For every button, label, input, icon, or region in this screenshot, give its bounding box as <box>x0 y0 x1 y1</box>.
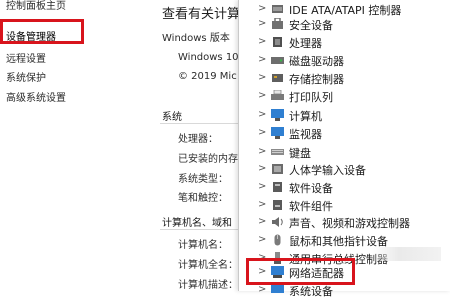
system-info-page: 查看有关计算 Windows 版本 Windows 10 © 2019 Mic … <box>150 0 240 291</box>
chevron-right-icon[interactable]: > <box>258 90 266 101</box>
copyright-text: © 2019 Mic <box>178 71 237 82</box>
tree-item-sound[interactable]: > 声音、视频和游戏控制器 <box>239 213 450 233</box>
chevron-right-icon[interactable]: > <box>258 3 266 14</box>
tree-item-disk[interactable]: > 磁盘驱动器 <box>239 51 450 71</box>
chevron-right-icon[interactable]: > <box>258 284 266 295</box>
processor-label: 处理器： <box>178 134 218 145</box>
tree-item-processor[interactable]: > 处理器 <box>239 33 450 53</box>
tree-item-print-queue[interactable]: > 打印队列 <box>239 87 450 107</box>
chevron-right-icon[interactable]: > <box>258 127 266 138</box>
highlight-box-network-adapter <box>246 258 355 285</box>
highlight-box-device-manager <box>0 19 84 44</box>
system-section-label: 系统 <box>162 112 182 123</box>
windows-edition-value: Windows 10 <box>178 52 239 63</box>
computer-section-label: 计算机名、域和 <box>162 218 232 229</box>
chevron-right-icon[interactable]: > <box>258 146 266 157</box>
windows-edition-label: Windows 版本 <box>162 33 230 44</box>
system-device-icon <box>271 284 284 293</box>
keyboard-icon <box>271 149 284 155</box>
printer-icon <box>271 90 284 100</box>
tree-item-computer[interactable]: > 计算机 <box>239 106 450 126</box>
security-device-icon <box>272 18 283 29</box>
tree-item-label: 处理器 <box>289 37 322 50</box>
tree-item-storage[interactable]: > 存储控制器 <box>239 69 450 89</box>
tree-item-label: 系统设备 <box>289 285 333 298</box>
tree-item-monitor[interactable]: > 监视器 <box>239 124 450 144</box>
tree-item-label: 软件组件 <box>289 200 333 213</box>
watermark-blur <box>371 247 441 261</box>
chevron-right-icon[interactable]: > <box>258 216 266 227</box>
sidebar-item-system-protection[interactable]: 系统保护 <box>6 69 46 84</box>
tree-item-label: 声音、视频和游戏控制器 <box>289 217 410 230</box>
chevron-right-icon[interactable]: > <box>258 54 266 65</box>
tree-item-label: 打印队列 <box>289 91 333 104</box>
sound-icon <box>272 217 283 227</box>
monitor-icon <box>271 127 284 139</box>
computer-name-label: 计算机名： <box>178 240 228 251</box>
tree-item-hid[interactable]: > 人体学输入设备 <box>239 160 450 180</box>
chevron-right-icon[interactable]: > <box>258 181 266 192</box>
chevron-right-icon[interactable]: > <box>258 36 266 47</box>
hid-icon <box>272 164 283 174</box>
chevron-right-icon[interactable]: > <box>258 109 266 120</box>
tree-item-software-device[interactable]: > 软件设备 <box>239 178 450 198</box>
mouse-icon <box>274 234 281 246</box>
chevron-right-icon[interactable]: > <box>258 199 266 210</box>
software-component-icon <box>273 200 282 210</box>
tree-item-label: 监视器 <box>289 128 322 141</box>
section-divider <box>160 229 240 230</box>
ram-label: 已安装的内存 <box>178 154 238 165</box>
software-device-icon <box>273 182 282 192</box>
disk-drive-icon <box>271 57 284 64</box>
tree-item-label: 磁盘驱动器 <box>289 55 344 68</box>
computer-icon <box>271 109 284 121</box>
page-title: 查看有关计算 <box>162 7 240 22</box>
chevron-right-icon[interactable]: > <box>258 234 266 245</box>
processor-icon <box>273 37 282 47</box>
tree-item-label: 人体学输入设备 <box>289 164 366 177</box>
tree-item-label: 键盘 <box>289 147 311 160</box>
chevron-right-icon[interactable]: > <box>258 163 266 174</box>
sidebar-item-remote-settings[interactable]: 远程设置 <box>6 50 46 65</box>
section-divider <box>160 123 240 124</box>
system-type-label: 系统类型： <box>178 174 228 185</box>
tree-item-label: 计算机 <box>289 110 322 123</box>
storage-controller-icon <box>272 74 283 82</box>
sidebar-item-home[interactable]: 控制面板主页 <box>6 0 66 12</box>
device-manager-tree: > IDE ATA/ATAPI 控制器 > 安全设备 > 处理器 > 磁盘驱动器… <box>238 0 450 298</box>
description-label: 计算机描述： <box>178 280 238 291</box>
tree-item-label: 软件设备 <box>289 182 333 195</box>
sidebar-item-advanced-settings[interactable]: 高级系统设置 <box>6 89 66 104</box>
tree-item-label: 安全设备 <box>289 19 333 32</box>
tree-item-security[interactable]: > 安全设备 <box>239 15 450 35</box>
chevron-right-icon[interactable]: > <box>258 18 266 29</box>
chevron-right-icon[interactable]: > <box>258 72 266 83</box>
ide-controller-icon <box>272 5 283 13</box>
control-panel-sidebar: 控制面板主页 设备管理器 远程设置 系统保护 高级系统设置 <box>0 0 150 291</box>
full-name-label: 计算机全名： <box>178 260 238 271</box>
tree-item-label: 存储控制器 <box>289 73 344 86</box>
pen-touch-label: 笔和触控： <box>178 193 228 204</box>
